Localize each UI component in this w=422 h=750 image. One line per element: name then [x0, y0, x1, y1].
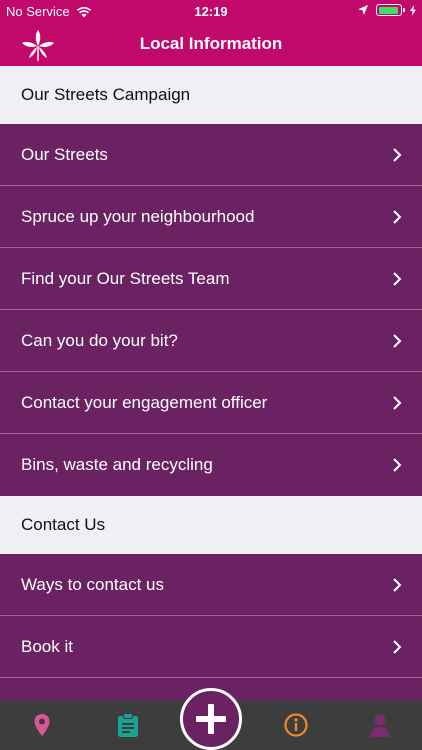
section-header-contact-us: Contact Us — [0, 496, 422, 554]
list-content[interactable]: Our Streets Campaign Our Streets Spruce … — [0, 66, 422, 700]
list-item-bins-waste[interactable]: Bins, waste and recycling — [0, 434, 422, 496]
list-item-label: Find your Our Streets Team — [21, 268, 230, 288]
plus-icon — [196, 704, 226, 734]
chevron-right-icon — [393, 272, 402, 286]
list-item-our-streets[interactable]: Our Streets — [0, 124, 422, 186]
chevron-right-icon — [393, 148, 402, 162]
location-pin-icon[interactable] — [29, 712, 55, 738]
list-item-label: Can you do your bit? — [21, 330, 178, 350]
list-item-label: Ways to contact us — [21, 574, 164, 594]
list-item-spruce-up[interactable]: Spruce up your neighbourhood — [0, 186, 422, 248]
list-item-book-it[interactable]: Book it — [0, 616, 422, 678]
list-item-label: Spruce up your neighbourhood — [21, 206, 255, 226]
status-bar: No Service 12:19 — [0, 0, 422, 22]
section-header-our-streets: Our Streets Campaign — [0, 66, 422, 124]
navigation-bar: Local Information — [0, 22, 422, 66]
chevron-right-icon — [393, 334, 402, 348]
battery-fill — [378, 6, 399, 14]
status-right — [358, 4, 416, 16]
list-item-label: Book it — [21, 636, 73, 656]
info-icon[interactable] — [283, 712, 309, 738]
location-arrow-icon — [358, 5, 368, 15]
list-item-ways-to-contact[interactable]: Ways to contact us — [0, 554, 422, 616]
add-button[interactable] — [180, 688, 242, 750]
chevron-right-icon — [393, 578, 402, 592]
list-item-find-team[interactable]: Find your Our Streets Team — [0, 248, 422, 310]
chevron-right-icon — [393, 640, 402, 654]
charging-bolt-icon — [410, 4, 416, 16]
chevron-right-icon — [393, 210, 402, 224]
list-item-engagement-officer[interactable]: Contact your engagement officer — [0, 372, 422, 434]
clipboard-icon[interactable] — [115, 712, 141, 738]
list-item-label: Our Streets — [21, 144, 108, 164]
person-icon[interactable] — [367, 712, 393, 738]
tab-bar — [0, 688, 422, 750]
chevron-right-icon — [393, 396, 402, 410]
chevron-right-icon — [393, 458, 402, 472]
list-item-label: Bins, waste and recycling — [21, 455, 213, 474]
page-title: Local Information — [139, 34, 283, 53]
battery-icon — [376, 4, 405, 16]
list-item-do-your-bit[interactable]: Can you do your bit? — [0, 310, 422, 372]
list-item-label: Contact your engagement officer — [21, 392, 268, 412]
